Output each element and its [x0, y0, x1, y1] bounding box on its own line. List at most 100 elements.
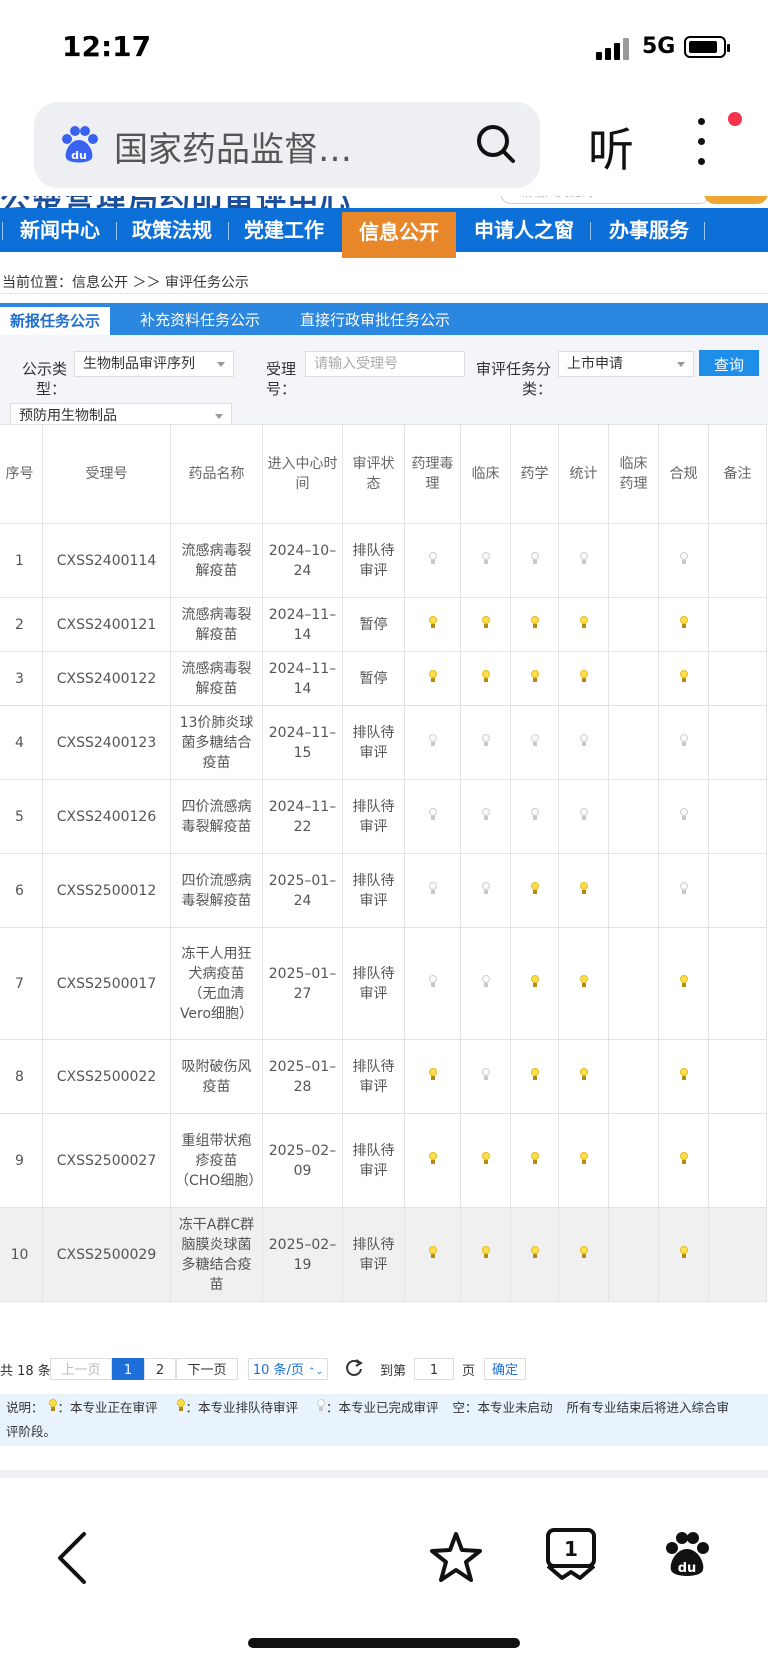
query-button[interactable]: 查询 [699, 350, 759, 376]
nav-item-info[interactable]: 信息公开 [342, 212, 456, 258]
nav-item-applicant[interactable]: 申请人之窗 [462, 208, 586, 252]
cell-name: 流感病毒裂解疫苗 [170, 651, 263, 706]
bulb-off-icon [579, 733, 589, 747]
cell-no: 7 [0, 927, 43, 1040]
tabs-icon[interactable]: 1 [544, 1526, 598, 1582]
bulb-off-icon [428, 807, 438, 821]
cell-status: 排队待审评 [342, 1207, 405, 1302]
site-search-button[interactable] [704, 196, 768, 204]
cell-no: 1 [0, 523, 43, 598]
page-1-button[interactable]: 1 [112, 1358, 144, 1380]
cell-no: 2 [0, 597, 43, 652]
cell-remarks [708, 1113, 767, 1208]
col-header-remarks: 备注 [708, 424, 767, 524]
back-icon[interactable] [52, 1530, 92, 1586]
table-row: 6 CXSS2500012 四价流感病毒裂解疫苗 2025–01–24 排队待审评 [0, 853, 767, 928]
cell-status: 排队待审评 [342, 705, 405, 780]
cell-clin-pharm [608, 853, 659, 928]
cell-code[interactable]: CXSS2400114 [42, 523, 171, 598]
nav-item-news[interactable]: 新闻中心 [6, 208, 114, 252]
goto-confirm-button[interactable]: 确定 [484, 1358, 526, 1380]
cell-pharmacy [510, 1039, 559, 1114]
nav-item-party[interactable]: 党建工作 [230, 208, 338, 252]
cell-pharmacy [510, 523, 559, 598]
address-text: 国家药品监督… [114, 130, 352, 170]
listen-button[interactable]: 听 [588, 114, 634, 180]
page-2-button[interactable]: 2 [144, 1358, 176, 1380]
bulb-on-icon [530, 1067, 540, 1081]
svg-text:du: du [678, 1561, 697, 1576]
browser-bar: du 国家药品监督… 听 [0, 96, 768, 196]
cell-code[interactable]: CXSS2400126 [42, 779, 171, 854]
cell-pharm-tox [404, 927, 461, 1040]
nav-item-service[interactable]: 办事服务 [594, 208, 704, 252]
cell-name: 13价肺炎球菌多糖结合疫苗 [170, 705, 263, 780]
home-indicator[interactable] [248, 1638, 520, 1648]
nav-item-policy[interactable]: 政策法规 [118, 208, 226, 252]
bulb-on-icon [428, 615, 438, 629]
divider [0, 293, 768, 294]
cell-date: 2025–01–28 [262, 1039, 343, 1114]
cell-name: 冻干A群C群脑膜炎球菌多糖结合疫苗 [170, 1207, 263, 1302]
bulb-on-icon [530, 974, 540, 988]
cell-remarks [708, 853, 767, 928]
type-label-line1: 公示类 [22, 360, 68, 378]
divider [0, 1470, 768, 1478]
cell-clin-pharm [608, 651, 659, 706]
accept-number-input[interactable]: 请输入受理号 [305, 351, 465, 377]
legend-queued: ：本专业排队待审评 [185, 1400, 299, 1415]
tab-supplement-tasks[interactable]: 补充资料任务公示 [140, 303, 260, 335]
cell-pharm-tox [404, 523, 461, 598]
cell-code[interactable]: CXSS2500017 [42, 927, 171, 1040]
address-bar[interactable]: du 国家药品监督… [34, 102, 540, 188]
task-label-line2: 类： [522, 380, 553, 398]
cell-code[interactable]: CXSS2500027 [42, 1113, 171, 1208]
baidu-home-icon[interactable]: du [662, 1530, 712, 1580]
type-select[interactable]: 生物制品审评序列 [74, 351, 234, 377]
filter-panel: 公示类 型： 生物制品审评序列 受理 号： 请输入受理号 审评任务分 类： 上市… [0, 335, 768, 429]
prev-page-button[interactable]: 上一页 [50, 1358, 112, 1380]
cell-name: 四价流感病毒裂解疫苗 [170, 853, 263, 928]
total-count: 共 18 条 [0, 1364, 51, 1379]
cell-code[interactable]: CXSS2400121 [42, 597, 171, 652]
col-header-no: 序号 [0, 424, 43, 524]
cell-pharm-tox [404, 1207, 461, 1302]
per-page-select[interactable]: 10 条/页 ⌃⌄ [248, 1358, 328, 1380]
cell-clinical [460, 853, 511, 928]
col-header-pharmacy: 药学 [510, 424, 559, 524]
legend-empty: 空：本专业未启动 [452, 1400, 553, 1415]
legend-note-cont: 评阶段。 [6, 1424, 57, 1439]
star-icon[interactable] [428, 1530, 484, 1584]
bulb-active-icon [48, 1399, 58, 1412]
bulb-on-icon [579, 1067, 589, 1081]
search-icon[interactable] [474, 122, 518, 166]
bulb-off-icon [579, 807, 589, 821]
bulb-off-icon [530, 807, 540, 821]
tab-direct-approval-tasks[interactable]: 直接行政审批任务公示 [300, 303, 450, 335]
cell-statistics [558, 1113, 609, 1208]
site-search-input[interactable]: 请输入关键词 [500, 196, 710, 204]
cell-statistics [558, 779, 609, 854]
cell-code[interactable]: CXSS2500012 [42, 853, 171, 928]
cell-code[interactable]: CXSS2400123 [42, 705, 171, 780]
cell-name: 吸附破伤风疫苗 [170, 1039, 263, 1114]
table-header-row: 序号 受理号 药品名称 进入中心时间 审评状态 药理毒理 临床 药学 统计 临床… [0, 424, 767, 524]
cell-code[interactable]: CXSS2400122 [42, 651, 171, 706]
more-icon[interactable] [694, 118, 708, 172]
task-category-select[interactable]: 上市申请 [558, 351, 694, 377]
task-table: 序号 受理号 药品名称 进入中心时间 审评状态 药理毒理 临床 药学 统计 临床… [0, 424, 767, 1302]
cell-name: 四价流感病毒裂解疫苗 [170, 779, 263, 854]
cell-code[interactable]: CXSS2500022 [42, 1039, 171, 1114]
next-page-button[interactable]: 下一页 [176, 1358, 238, 1380]
cell-status: 排队待审评 [342, 779, 405, 854]
bulb-off-icon [481, 881, 491, 895]
goto-page-input[interactable]: 1 [414, 1358, 454, 1380]
cell-code[interactable]: CXSS2500029 [42, 1207, 171, 1302]
network-label: 5G [642, 34, 676, 59]
cell-no: 6 [0, 853, 43, 928]
cell-compliance [658, 1207, 709, 1302]
cell-date: 2024–10–24 [262, 523, 343, 598]
cell-clin-pharm [608, 1113, 659, 1208]
tab-new-tasks[interactable]: 新报任务公示 [0, 307, 110, 335]
refresh-icon[interactable] [344, 1358, 364, 1380]
